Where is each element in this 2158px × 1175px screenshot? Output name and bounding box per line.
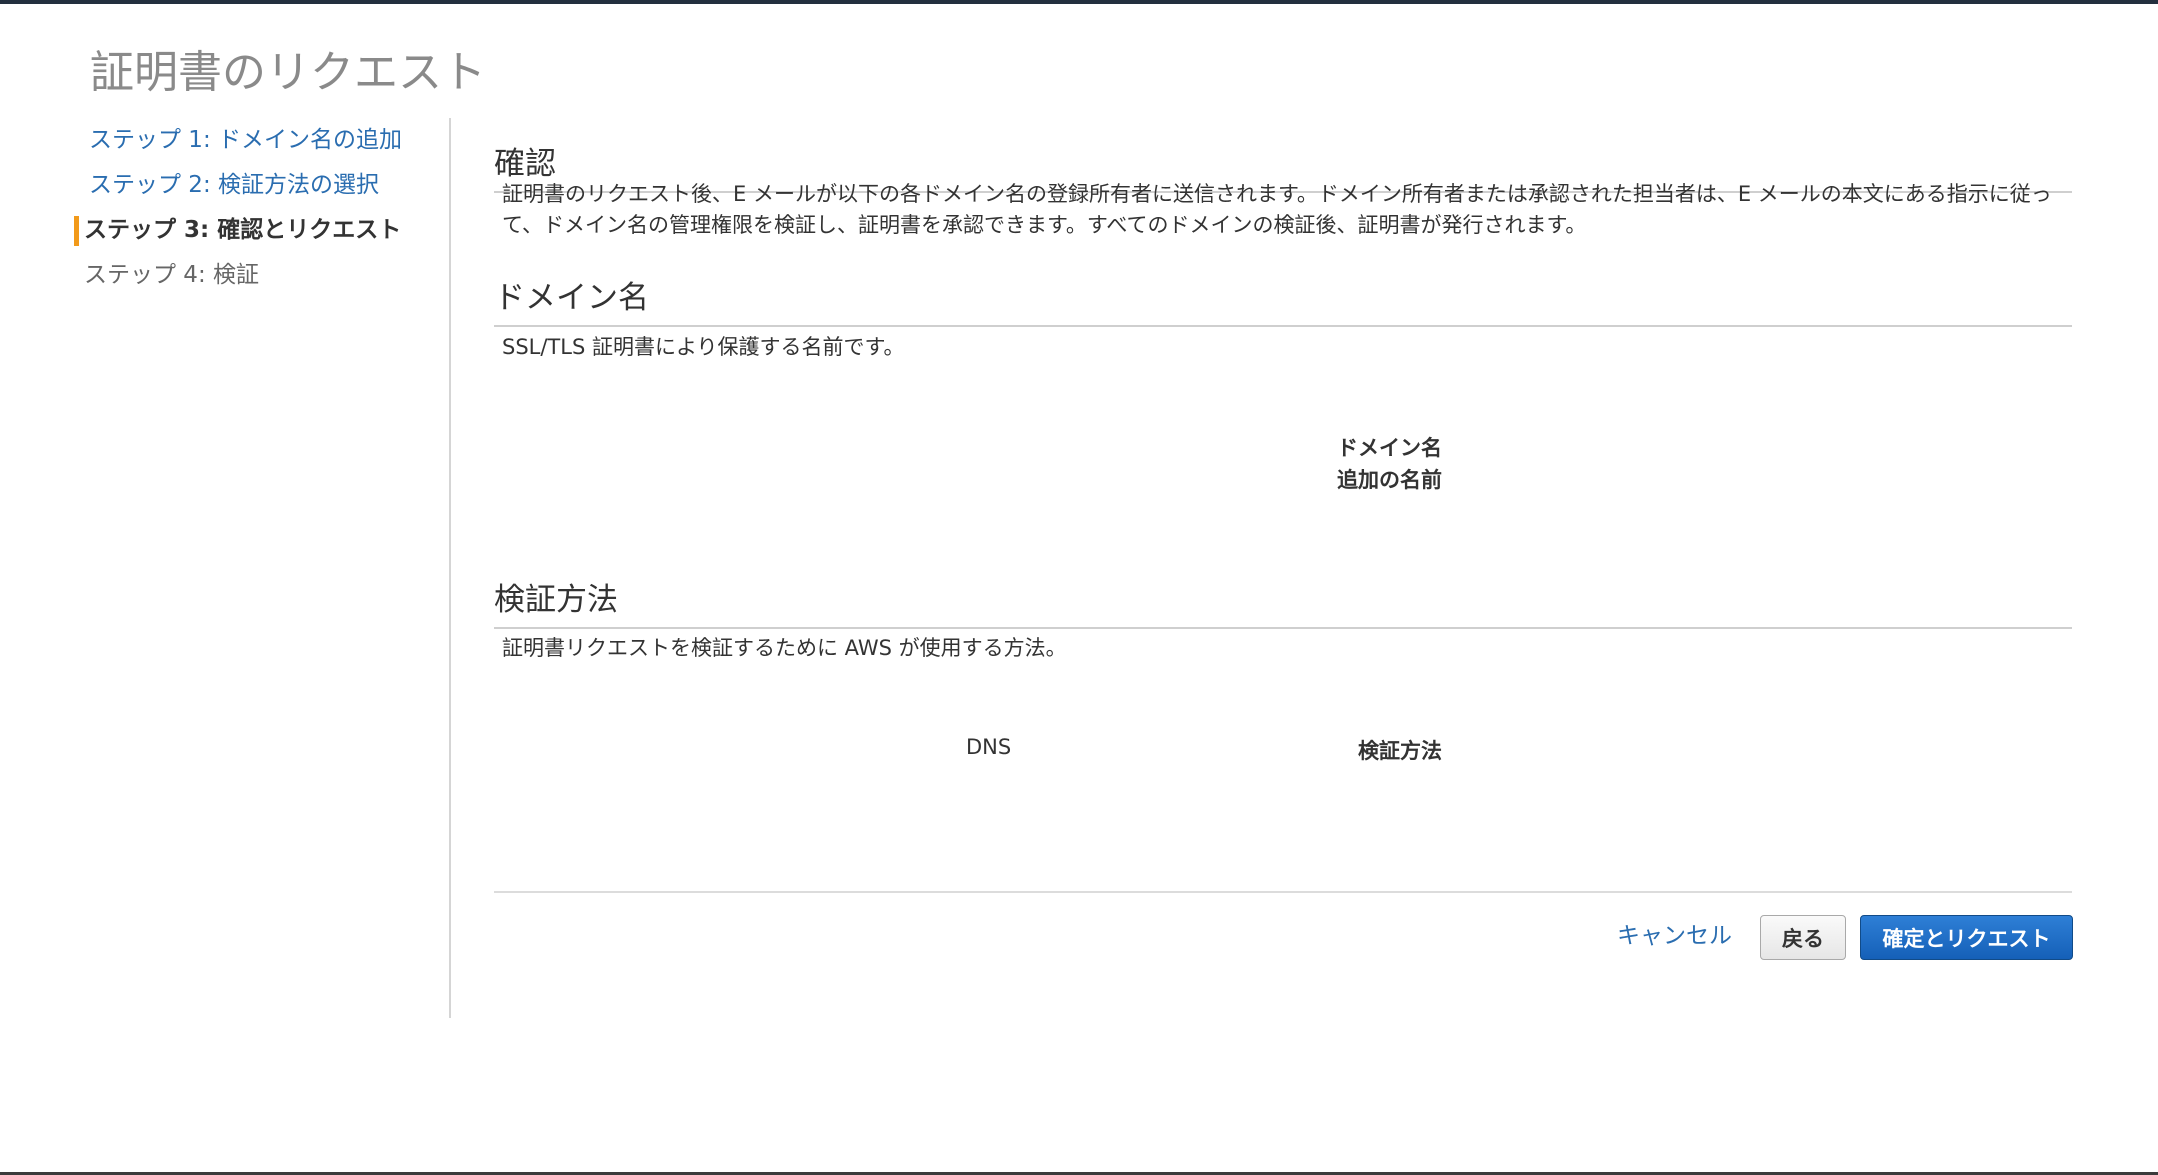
cancel-button[interactable]: キャンセル bbox=[1617, 917, 1732, 953]
step-2-link[interactable]: ステップ 2: 検証方法の選択 bbox=[74, 163, 402, 208]
domain-section-description: SSL/TLS 証明書により保護する名前です。 bbox=[502, 335, 905, 359]
confirm-and-request-button[interactable]: 確定とリクエスト bbox=[1860, 915, 2073, 960]
validation-method-label: 検証方法 bbox=[1358, 739, 1442, 763]
validation-method-value: DNS bbox=[966, 735, 1012, 759]
step-4-disabled: ステップ 4: 検証 bbox=[84, 262, 260, 288]
step-1-link[interactable]: ステップ 1: ドメイン名の追加 bbox=[74, 118, 402, 163]
page-title: 証明書のリクエスト bbox=[90, 47, 486, 98]
validation-section-description: 証明書リクエストを検証するために AWS が使用する方法。 bbox=[502, 636, 1067, 660]
domain-name-label: ドメイン名 bbox=[1337, 436, 1442, 460]
validation-section-heading: 検証方法 bbox=[494, 574, 2072, 629]
wizard-steps: ステップ 1: ドメイン名の追加 ステップ 2: 検証方法の選択 ステップ 3:… bbox=[74, 118, 402, 298]
additional-names-label: 追加の名前 bbox=[1337, 468, 1442, 492]
footer-divider bbox=[494, 891, 2072, 893]
step-3-current: ステップ 3: 確認とリクエスト bbox=[74, 208, 402, 253]
top-bar bbox=[0, 0, 2158, 4]
domain-section-heading: ドメイン名 bbox=[494, 272, 2072, 327]
back-button[interactable]: 戻る bbox=[1760, 915, 1846, 960]
sidebar-divider bbox=[449, 118, 451, 1018]
review-description: 証明書のリクエスト後、E メールが以下の各ドメイン名の登録所有者に送信されます。… bbox=[502, 182, 2052, 237]
